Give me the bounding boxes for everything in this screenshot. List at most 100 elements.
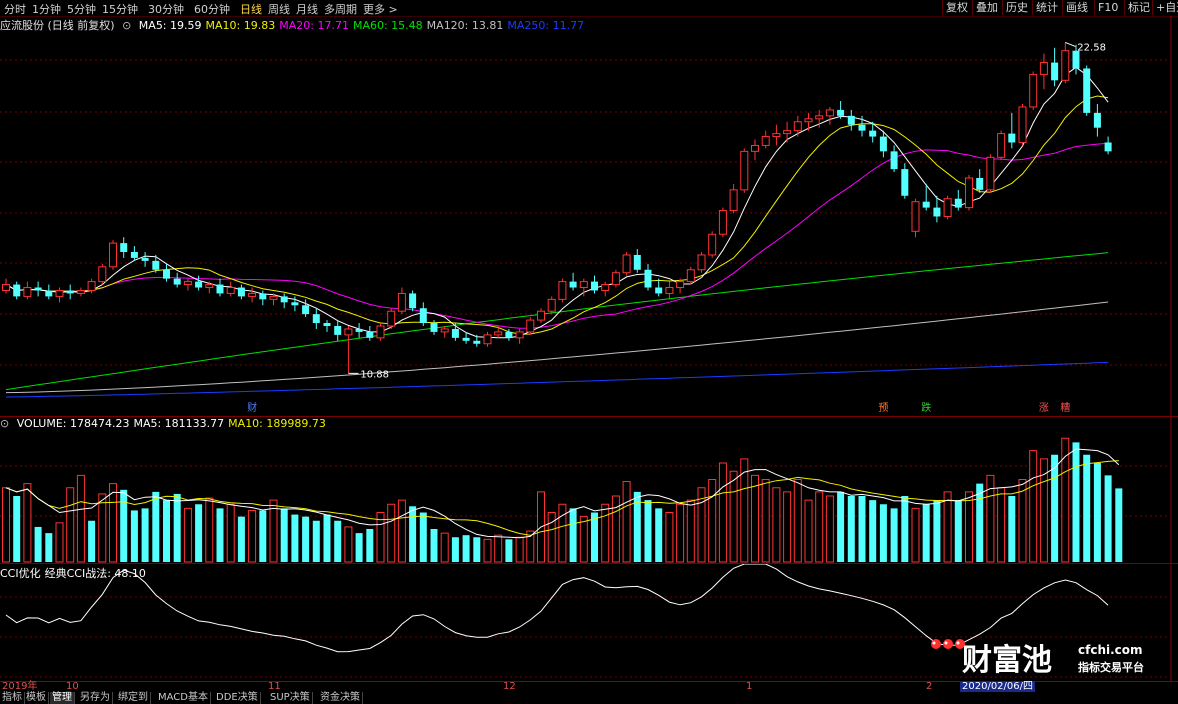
candlesticks xyxy=(2,42,1112,374)
volume-bar-up xyxy=(66,487,75,563)
volume-bar-up xyxy=(269,499,278,563)
volume-bar-down xyxy=(152,491,160,562)
volume-bar-up xyxy=(98,493,107,563)
candle-up xyxy=(109,242,117,268)
volume-bar-down xyxy=(120,489,128,562)
volume-bar-down xyxy=(45,533,53,562)
volume-bar-down xyxy=(473,537,481,562)
volume-bar-up xyxy=(686,499,695,563)
candle-down xyxy=(933,207,941,217)
volume-bar-down xyxy=(1051,454,1059,562)
ma250-line xyxy=(5,361,1109,398)
chart-grid xyxy=(0,16,1172,681)
candle-down xyxy=(334,326,342,335)
candle-down xyxy=(45,290,53,297)
bottom-tab-0[interactable]: 指标 xyxy=(0,692,25,704)
candle-up xyxy=(793,121,802,132)
candle-down xyxy=(633,254,641,270)
candle-up xyxy=(387,310,396,327)
candle-down xyxy=(366,331,374,338)
volume-bar-down xyxy=(879,504,887,562)
volume-bar-up xyxy=(825,495,834,563)
volume-bar-down xyxy=(954,500,962,562)
volume-bar-up xyxy=(205,497,214,563)
candle-down xyxy=(66,290,74,294)
candle-down xyxy=(280,296,288,303)
candle-up xyxy=(611,272,620,286)
volume-bar-down xyxy=(323,514,331,562)
volume-bar-up xyxy=(965,491,973,563)
bottom-tab-5[interactable]: MACD基本 xyxy=(156,692,211,704)
candle-up xyxy=(55,289,64,297)
legend-item: MA10: 189989.73 xyxy=(228,417,326,430)
event-tag: 财 xyxy=(247,401,257,414)
candle-up xyxy=(515,331,524,339)
volume-bar-up xyxy=(483,538,492,563)
volume-bar-down xyxy=(655,508,663,562)
candle-up xyxy=(269,295,278,300)
volume-bar-up xyxy=(344,526,353,563)
bottom-tab-8[interactable]: 资金决策 xyxy=(318,692,363,704)
date-axis: 2019年 10 11 12 1 2 2020/02/06/四 xyxy=(0,681,1178,692)
volume-bar-down xyxy=(302,516,310,562)
volume-bar-up xyxy=(183,507,192,563)
volume-bar-down xyxy=(163,500,170,562)
volume-settings-icon[interactable]: ⊙ xyxy=(0,417,9,430)
candle-up xyxy=(761,136,770,146)
bottom-tab-2[interactable]: 管理 xyxy=(50,692,75,704)
volume-bar-down xyxy=(933,500,941,562)
candle-up xyxy=(686,269,695,283)
volume-bar-up xyxy=(547,512,556,563)
candle-up xyxy=(718,210,727,235)
bottom-tab-1[interactable]: 模板 xyxy=(24,692,49,704)
volume-bar-down xyxy=(1115,488,1123,562)
volume-bar-down xyxy=(355,533,363,562)
candle-down xyxy=(120,243,128,252)
stock-chart[interactable]: 22.58 10.88 财 预 跌 涨糟 xyxy=(0,0,1178,704)
candle-down xyxy=(644,269,652,288)
candle-up xyxy=(804,118,813,123)
volume-bar-down xyxy=(462,535,470,562)
candle-down xyxy=(901,169,909,196)
candle-down xyxy=(1008,133,1016,143)
volume-bar-down xyxy=(869,500,877,562)
candle-up xyxy=(601,284,610,291)
volume-bar-up xyxy=(815,491,824,563)
candle-down xyxy=(869,130,877,137)
candle-down xyxy=(858,124,866,131)
volume-bar-down xyxy=(141,508,149,562)
high-marker-label: 22.58 xyxy=(1077,42,1106,53)
candle-down xyxy=(409,293,417,309)
volume-bar-up xyxy=(772,487,781,563)
watermark-logo: 财富池 cfchi.com 指标交易平台 xyxy=(928,634,1158,678)
candle-up xyxy=(965,177,973,209)
volume-bar-down xyxy=(1083,454,1091,562)
candle-up xyxy=(825,109,834,117)
volume-bar-down xyxy=(922,504,930,562)
volume-bar-down xyxy=(1008,496,1016,562)
candle-up xyxy=(376,325,385,339)
candle-up xyxy=(558,281,567,300)
bottom-tab-4[interactable]: 绑定到 xyxy=(116,692,151,704)
candle-down xyxy=(13,284,21,297)
ma5-line xyxy=(5,66,1109,339)
volume-bar-up xyxy=(109,483,117,563)
candle-down xyxy=(302,305,310,315)
candle-down xyxy=(173,278,181,285)
candle-down xyxy=(655,287,663,294)
bottom-tab-7[interactable]: SUP决策 xyxy=(268,692,313,704)
candle-up xyxy=(537,310,545,321)
candle-down xyxy=(291,302,299,306)
candle-up xyxy=(440,328,449,333)
candle-up xyxy=(87,281,96,291)
bottom-tab-6[interactable]: DDE决策 xyxy=(214,692,261,704)
candle-down xyxy=(430,323,438,332)
logo-brand: 财富池 xyxy=(962,643,1052,678)
candle-down xyxy=(34,287,42,291)
bottom-tab-3[interactable]: 另存为 xyxy=(78,692,113,704)
volume-bar-up xyxy=(2,487,10,563)
high-marker-arrow xyxy=(1065,41,1076,47)
moving-average-lines xyxy=(5,66,1109,398)
candle-up xyxy=(76,289,85,294)
candle-up xyxy=(23,287,32,297)
